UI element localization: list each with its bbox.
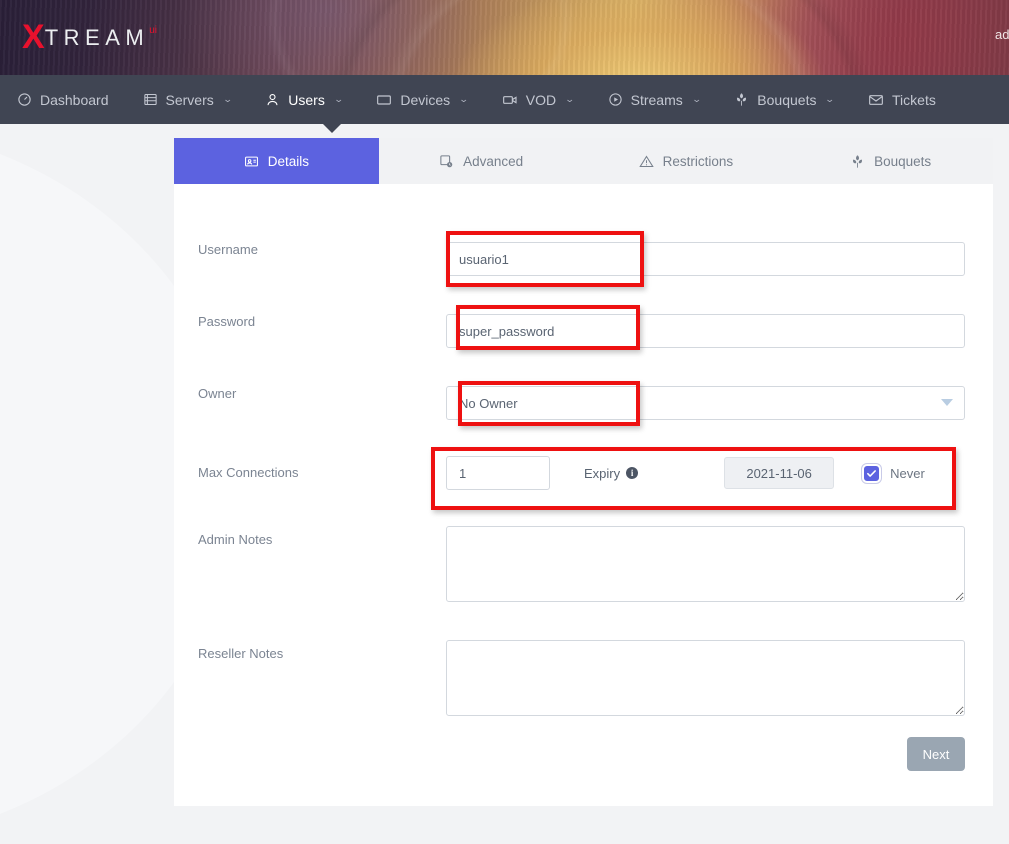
never-label: Never — [890, 466, 925, 481]
id-card-icon — [244, 154, 259, 169]
owner-select-value[interactable] — [446, 386, 965, 420]
username-input[interactable] — [446, 242, 965, 276]
nav-label-streams: Streams — [631, 92, 683, 108]
tab-bar: Details Advanced Restrictions — [174, 138, 993, 184]
nav-label-devices: Devices — [400, 92, 450, 108]
nav-label-tickets: Tickets — [892, 92, 936, 108]
chevron-down-icon: ⌄ — [334, 94, 344, 105]
next-button[interactable]: Next — [907, 737, 965, 771]
form-row-password: Password — [174, 276, 993, 348]
play-circle-icon — [608, 92, 623, 107]
nav-item-users[interactable]: Users ⌄ — [248, 75, 359, 124]
envelope-icon — [868, 92, 884, 108]
account-label[interactable]: ad — [995, 27, 1009, 42]
flower-icon — [850, 154, 865, 169]
reseller-notes-textarea[interactable] — [446, 640, 965, 716]
nav-label-vod: VOD — [526, 92, 556, 108]
chevron-down-icon: ⌄ — [459, 94, 469, 105]
label-admin-notes: Admin Notes — [174, 526, 446, 547]
tab-label-details: Details — [268, 154, 309, 169]
nav-label-servers: Servers — [166, 92, 214, 108]
active-nav-pointer — [323, 124, 341, 133]
video-icon — [502, 92, 518, 108]
tab-bouquets[interactable]: Bouquets — [788, 138, 993, 184]
logo-superscript: ui — [149, 24, 157, 38]
nav-item-tickets[interactable]: Tickets — [851, 75, 953, 124]
app-logo[interactable]: X TREAM ui — [22, 22, 157, 54]
tab-label-advanced: Advanced — [463, 154, 523, 169]
nav-item-servers[interactable]: Servers ⌄ — [126, 75, 249, 124]
chevron-down-icon: ⌄ — [825, 94, 835, 105]
nav-label-bouquets: Bouquets — [757, 92, 816, 108]
chevron-down-icon: ⌄ — [222, 94, 232, 105]
label-username: Username — [174, 242, 446, 257]
nav-item-streams[interactable]: Streams ⌄ — [591, 75, 718, 124]
user-edit-card: Details Advanced Restrictions — [174, 138, 993, 806]
admin-notes-textarea[interactable] — [446, 526, 965, 602]
never-checkbox[interactable] — [862, 464, 881, 483]
chevron-down-icon: ⌄ — [691, 94, 701, 105]
main-navigation: Dashboard Servers ⌄ Users ⌄ Devices ⌄ — [0, 75, 1009, 124]
nav-item-dashboard[interactable]: Dashboard — [0, 75, 126, 124]
expiry-date-field[interactable]: 2021-11-06 — [724, 457, 834, 489]
server-icon — [143, 92, 158, 107]
user-icon — [265, 92, 280, 107]
nav-item-vod[interactable]: VOD ⌄ — [485, 75, 591, 124]
tab-advanced[interactable]: Advanced — [379, 138, 584, 184]
flower-icon — [734, 92, 749, 107]
tab-label-restrictions: Restrictions — [663, 154, 734, 169]
tab-details[interactable]: Details — [174, 138, 379, 184]
user-details-form: Username Password Owner Max Connec — [174, 184, 993, 721]
expiry-text: Expiry — [584, 466, 620, 481]
max-connections-expiry-group: Expiry i 2021-11-06 Never — [446, 456, 965, 490]
form-row-max-connections: Max Connections Expiry i 2021-11-06 — [174, 420, 993, 490]
nav-label-dashboard: Dashboard — [40, 92, 109, 108]
label-max-connections: Max Connections — [174, 456, 446, 480]
owner-select[interactable] — [446, 386, 965, 420]
nav-item-devices[interactable]: Devices ⌄ — [359, 75, 484, 124]
nav-label-users: Users — [288, 92, 325, 108]
form-row-owner: Owner — [174, 348, 993, 420]
chevron-down-icon: ⌄ — [565, 94, 575, 105]
password-input[interactable] — [446, 314, 965, 348]
info-icon[interactable]: i — [626, 467, 638, 479]
warning-icon — [639, 154, 654, 169]
gauge-icon — [17, 92, 32, 107]
monitor-icon — [376, 92, 392, 108]
max-connections-input[interactable] — [446, 456, 550, 490]
tab-restrictions[interactable]: Restrictions — [584, 138, 789, 184]
logo-wordmark: TREAM — [45, 22, 150, 54]
label-password: Password — [174, 314, 446, 329]
label-reseller-notes: Reseller Notes — [174, 640, 446, 661]
tab-label-bouquets: Bouquets — [874, 154, 931, 169]
form-row-reseller-notes: Reseller Notes — [174, 607, 993, 721]
nav-item-bouquets[interactable]: Bouquets ⌄ — [717, 75, 851, 124]
form-row-username: Username — [174, 184, 993, 276]
form-row-admin-notes: Admin Notes — [174, 490, 993, 607]
label-expiry: Expiry i — [584, 466, 638, 481]
label-owner: Owner — [174, 386, 446, 401]
never-checkbox-group[interactable]: Never — [862, 464, 925, 483]
logo-x-mark: X — [22, 22, 45, 52]
settings-icon — [439, 154, 454, 169]
